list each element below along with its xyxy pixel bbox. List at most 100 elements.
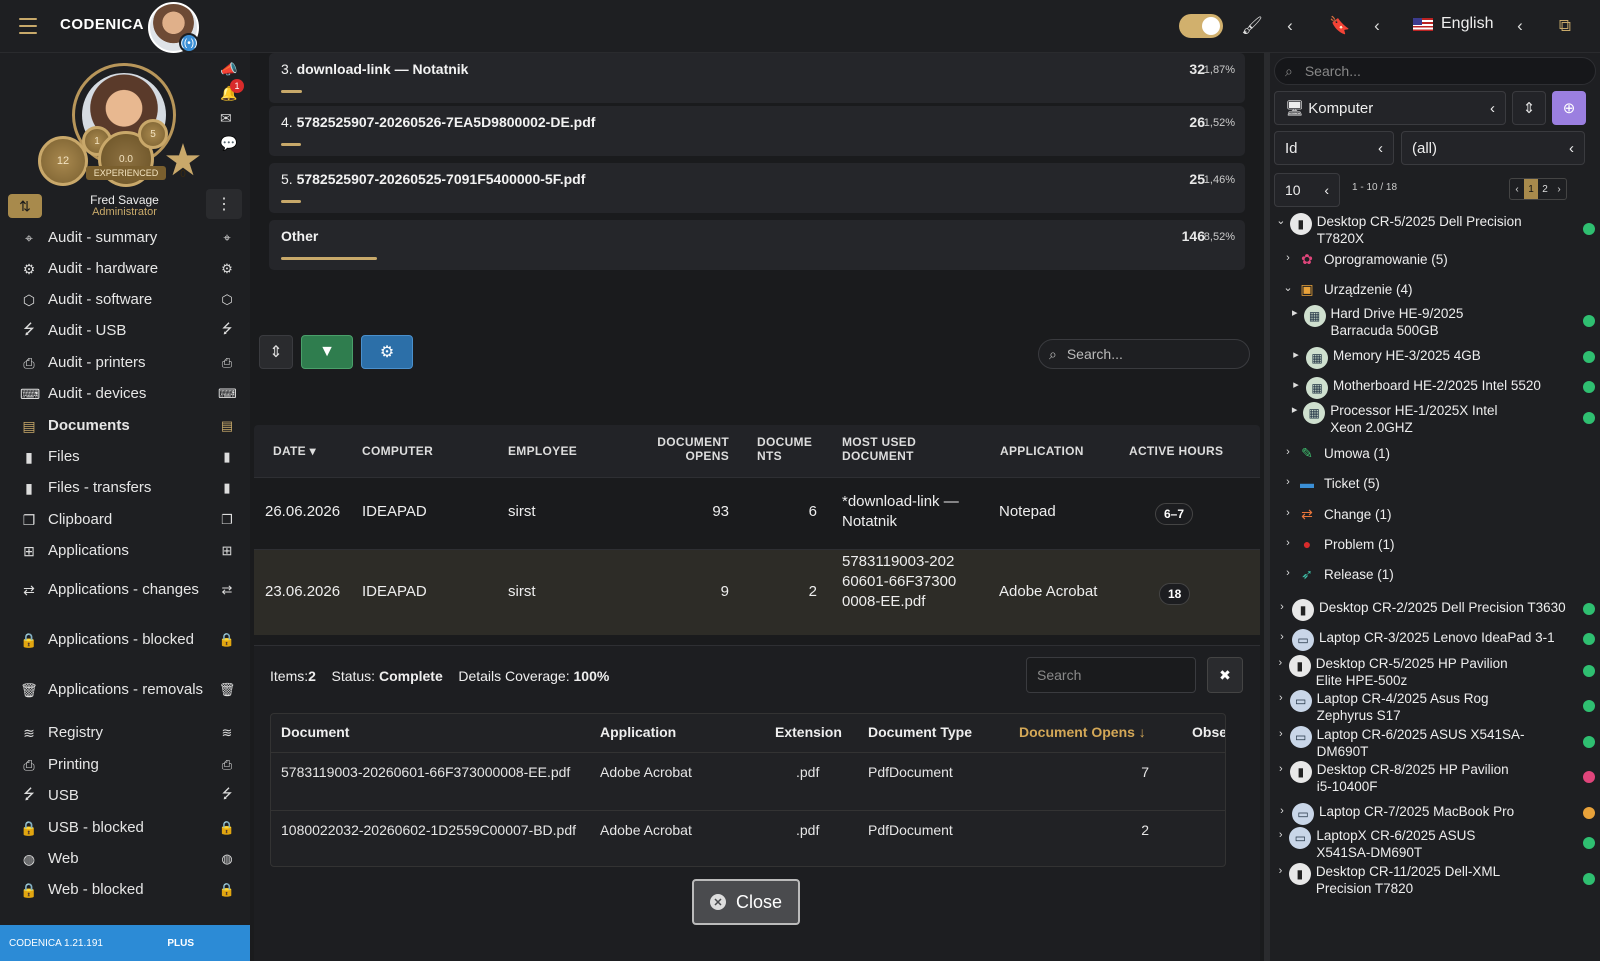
add-button[interactable]: ⊕ bbox=[1552, 91, 1586, 125]
expand-caret-icon[interactable]: ▸ bbox=[1290, 402, 1299, 419]
col-computer[interactable]: COMPUTER bbox=[362, 444, 433, 458]
scope-select[interactable]: 🖥 Komputer ‹ bbox=[1274, 91, 1506, 125]
tree-node[interactable]: › ▮ Desktop CR-2/2025 Dell Precision T3630 bbox=[1276, 599, 1570, 621]
hamburger-menu-icon[interactable] bbox=[16, 14, 40, 38]
col-document-opens[interactable]: DOCUMENT OPENS bbox=[644, 435, 729, 463]
tree-node[interactable]: › ⇄ Change (1) bbox=[1282, 505, 1570, 523]
tree-node[interactable]: ▸ ▦ Motherboard HE-2/2025 Intel 5520 bbox=[1290, 377, 1570, 399]
expand-caret-icon[interactable]: ▸ bbox=[1290, 377, 1302, 394]
expand-caret-icon[interactable]: › bbox=[1276, 726, 1286, 743]
settings-button[interactable]: ⚙ bbox=[361, 335, 413, 369]
page-size-select[interactable]: 10 ‹ bbox=[1274, 173, 1340, 207]
sidebar-item-usb-blocked[interactable]: 🔒 USB - blocked 🔒 bbox=[0, 815, 250, 841]
expand-caret-icon[interactable]: › bbox=[1276, 599, 1288, 616]
sidebar-item-clipboard[interactable]: ❐ Clipboard ❐ bbox=[0, 507, 250, 533]
sidebar-item-applications-blocked[interactable]: 🔒 Applications - blocked 🔒 bbox=[0, 620, 250, 660]
sidebar-item-files[interactable]: ▮ Files ▮ bbox=[0, 444, 250, 470]
field-select[interactable]: Id ‹ bbox=[1274, 131, 1394, 165]
tree-node[interactable]: › ▮ Desktop CR-5/2025 HP Pavilion Elite HP… bbox=[1276, 655, 1525, 689]
sidebar-item-applications-removals[interactable]: 🗑 Applications - removals 🗑 bbox=[0, 670, 250, 710]
tree-node[interactable]: › ▮ Desktop CR-8/2025 HP Pavilion i5-10400… bbox=[1276, 761, 1525, 795]
sidebar-item-audit-summary[interactable]: ⌖ Audit - summary ⌖ bbox=[0, 225, 250, 251]
sidebar-item-web[interactable]: ◍ Web ◍ bbox=[0, 846, 250, 872]
ranking-item[interactable]: 4. 5782525907-20260526-7EA5D9800002-DE.p… bbox=[269, 106, 1245, 156]
filter-button[interactable]: ▼ bbox=[301, 335, 353, 369]
brush-icon[interactable]: 🖌 bbox=[1240, 14, 1264, 38]
tree-node[interactable]: › ● Problem (1) bbox=[1282, 535, 1570, 553]
sidebar-item-audit-printers[interactable]: ⎙ Audit - printers ⎙ bbox=[0, 350, 250, 376]
switch-button[interactable]: ⇅ bbox=[8, 194, 42, 218]
expand-caret-icon[interactable]: › bbox=[1276, 827, 1285, 844]
col-most-used[interactable]: MOST USED DOCUMENT bbox=[842, 435, 932, 463]
expand-caret-icon[interactable]: ▸ bbox=[1290, 305, 1300, 322]
col-obse[interactable]: Obse bbox=[1192, 724, 1225, 740]
tree-node[interactable]: › ▭ Laptop CR-6/2025 ASUS X541SA-DM690T bbox=[1276, 726, 1525, 760]
col-document[interactable]: Document bbox=[281, 724, 349, 740]
page-1[interactable]: 1 bbox=[1524, 179, 1538, 199]
clear-search-button[interactable]: ✖ bbox=[1207, 657, 1243, 693]
tree-node[interactable]: › ➶ Release (1) bbox=[1282, 565, 1570, 583]
sidebar-item-printing[interactable]: ⎙ Printing ⎙ bbox=[0, 752, 250, 778]
sidebar-item-applications-changes[interactable]: ⇄ Applications - changes ⇄ bbox=[0, 570, 250, 610]
expand-caret-icon[interactable]: › bbox=[1282, 474, 1294, 491]
col-documents[interactable]: DOCUME NTS bbox=[757, 435, 817, 463]
mail-icon[interactable]: ✉ bbox=[220, 110, 232, 127]
megaphone-icon[interactable]: 📣 bbox=[220, 61, 237, 78]
table-row[interactable]: 26.06.2026 IDEAPAD sirst 93 6 *download-… bbox=[254, 477, 1260, 549]
col-application[interactable]: Application bbox=[600, 724, 676, 740]
col-application[interactable]: APPLICATION bbox=[1000, 444, 1084, 458]
user-avatar[interactable]: ((•)) bbox=[148, 2, 199, 53]
details-search-input[interactable]: Search bbox=[1026, 657, 1196, 693]
expand-caret-icon[interactable]: › bbox=[1282, 250, 1294, 267]
sidebar-item-web-blocked[interactable]: 🔒 Web - blocked 🔒 bbox=[0, 877, 250, 903]
chat-icon[interactable]: 💬 bbox=[220, 135, 237, 152]
filter-select[interactable]: (all) ‹ bbox=[1401, 131, 1585, 165]
expand-caret-icon[interactable]: ⌄ bbox=[1276, 213, 1286, 230]
sidebar-item-audit-devices[interactable]: ⌨ Audit - devices ⌨ bbox=[0, 381, 250, 407]
expand-caret-icon[interactable]: › bbox=[1276, 863, 1285, 880]
close-button[interactable]: ✕ Close bbox=[692, 879, 800, 925]
ranking-item-other[interactable]: Other 146 8,52% bbox=[269, 220, 1245, 270]
expand-caret-icon[interactable]: › bbox=[1276, 803, 1288, 820]
expand-caret-icon[interactable]: › bbox=[1276, 761, 1286, 778]
tree-node[interactable]: ⌄ ▣ Urządzenie (4) bbox=[1282, 280, 1570, 298]
chevron-left-icon[interactable]: ‹ bbox=[1280, 14, 1300, 38]
expand-caret-icon[interactable]: › bbox=[1276, 629, 1288, 646]
expand-caret-icon[interactable]: › bbox=[1282, 505, 1294, 522]
tree-node[interactable]: › ▭ Laptop CR-4/2025 Asus Rog Zephyrus S17 bbox=[1276, 690, 1525, 724]
table-row[interactable]: 5783119003-20260601-66F373000008-EE.pdf … bbox=[271, 752, 1225, 810]
col-active-hours[interactable]: ACTIVE HOURS bbox=[1129, 444, 1223, 458]
expand-caret-icon[interactable]: ▸ bbox=[1290, 347, 1302, 364]
tree-node[interactable]: ▸ ▦ Processor HE-1/2025X Intel Xeon 2.0GHZ bbox=[1290, 402, 1525, 436]
tree-node[interactable]: › ▭ Laptop CR-7/2025 MacBook Pro bbox=[1276, 803, 1570, 825]
next-page-icon[interactable]: › bbox=[1552, 179, 1566, 199]
sidebar-item-files-transfers[interactable]: ▮ Files - transfers ▮ bbox=[0, 475, 250, 501]
tree-node[interactable]: › ▮ Desktop CR-11/2025 Dell-XML Precision … bbox=[1276, 863, 1525, 897]
page-2[interactable]: 2 bbox=[1538, 179, 1552, 199]
tree-node[interactable]: › ▭ Laptop CR-3/2025 Lenovo IdeaPad 3-1 bbox=[1276, 629, 1570, 651]
sidebar-item-applications[interactable]: ⊞ Applications ⊞ bbox=[0, 538, 250, 564]
chevron-left-icon[interactable]: ‹ bbox=[1367, 14, 1387, 38]
table-row-selected[interactable]: 23.06.2026 IDEAPAD sirst 9 2 5783119003-… bbox=[254, 549, 1260, 635]
tree-search-input[interactable]: ⌕ Search... bbox=[1274, 57, 1596, 85]
tree-node[interactable]: ▸ ▦ Hard Drive HE-9/2025 Barracuda 500GB bbox=[1290, 305, 1525, 339]
sidebar-item-registry[interactable]: ≋ Registry ≋ bbox=[0, 720, 250, 746]
sidebar-item-audit-usb[interactable]: ⭍ Audit - USB ⭍ bbox=[0, 318, 250, 344]
col-document-type[interactable]: Document Type bbox=[868, 724, 972, 740]
expand-caret-icon[interactable]: › bbox=[1282, 565, 1294, 582]
ranking-item[interactable]: 3. download-link — Notatnik 32 1,87% bbox=[269, 53, 1245, 103]
more-options-icon[interactable]: ⋮ bbox=[206, 189, 242, 219]
sidebar-item-usb[interactable]: ⭍ USB ⭍ bbox=[0, 783, 250, 809]
tree-node[interactable]: ⌄ ▮ Desktop CR-5/2025 Dell Precision T7820… bbox=[1276, 213, 1525, 247]
sidebar-item-documents[interactable]: ▤ Documents ▤ bbox=[0, 413, 250, 439]
chevron-left-icon[interactable]: ‹ bbox=[1510, 14, 1530, 38]
sort-toggle-button[interactable]: ⇕ bbox=[1512, 91, 1546, 125]
prev-page-icon[interactable]: ‹ bbox=[1510, 179, 1524, 199]
col-extension[interactable]: Extension bbox=[775, 724, 842, 740]
grid-search-input[interactable]: ⌕ Search... bbox=[1038, 339, 1250, 369]
expand-caret-icon[interactable]: › bbox=[1276, 690, 1286, 707]
expand-caret-icon[interactable]: › bbox=[1276, 655, 1285, 672]
sidebar-item-audit-software[interactable]: ⬡ Audit - software ⬡ bbox=[0, 287, 250, 313]
tree-node[interactable]: › ▭ LaptopX CR-6/2025 ASUS X541SA-DM690T bbox=[1276, 827, 1525, 861]
ranking-item[interactable]: 5. 5782525907-20260525-7091F5400000-5F.p… bbox=[269, 163, 1245, 213]
